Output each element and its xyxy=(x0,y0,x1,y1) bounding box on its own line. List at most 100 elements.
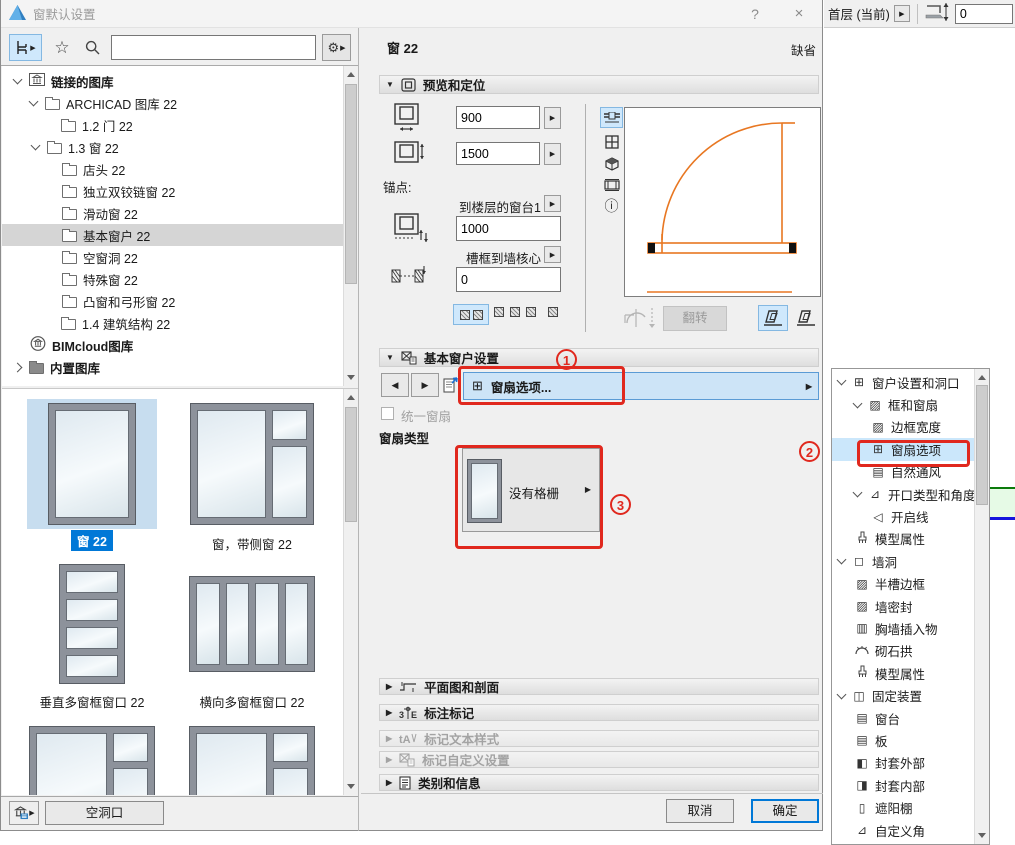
tree-item-empty-opening[interactable]: 空窗洞 22 xyxy=(2,246,358,268)
thumbnail-label[interactable]: 窗，带侧窗 22 xyxy=(177,533,327,554)
popup-item-board[interactable]: ▤板 xyxy=(832,729,976,751)
chevron-down-icon[interactable] xyxy=(837,555,847,565)
popup-item-opening-type-angle[interactable]: ⊿开口类型和角度 xyxy=(832,483,976,505)
popup-item-sill[interactable]: ▤窗台 xyxy=(832,707,976,729)
chevron-down-icon[interactable] xyxy=(29,97,39,107)
empty-opening-button[interactable]: 空洞口 xyxy=(45,801,164,825)
anchor-position-selected[interactable] xyxy=(453,304,489,325)
sill-offset-input[interactable] xyxy=(955,4,1013,24)
help-button[interactable]: ? xyxy=(746,6,764,22)
story-selector-label[interactable]: 首层 (当前) xyxy=(828,4,890,23)
scroll-down-icon[interactable] xyxy=(978,833,986,838)
view-mode-info-button[interactable]: ⓘ xyxy=(600,195,623,216)
width-input[interactable] xyxy=(456,106,540,129)
tree-item-basic-windows[interactable]: 基本窗户 22 xyxy=(2,224,358,246)
popup-item-wall-opening[interactable]: ◻墙洞 xyxy=(832,550,976,572)
thumbnail-label[interactable]: 横向多窗框窗口 22 xyxy=(177,691,327,712)
uniform-sash-checkbox[interactable] xyxy=(381,407,394,420)
popup-item-opening-line[interactable]: ◁开启线 xyxy=(832,505,976,527)
popup-item-sash-options[interactable]: ⊞窗扇选项 xyxy=(832,438,976,460)
popup-item-masonry-arch[interactable]: 砌石拱 xyxy=(832,640,976,662)
flip-button[interactable]: 翻转 xyxy=(663,306,727,331)
chevron-down-icon[interactable] xyxy=(853,488,863,498)
tree-item-windows[interactable]: 1.3 窗 22 xyxy=(2,136,358,158)
tree-item-embedded-library[interactable]: 内置图库 xyxy=(2,356,358,378)
anchor-option-icon[interactable] xyxy=(510,307,520,317)
anchor-option-icon[interactable] xyxy=(526,307,536,317)
scrollbar-thumb[interactable] xyxy=(976,385,988,505)
popup-item-casing-interior[interactable]: ◨封套内部 xyxy=(832,774,976,796)
popup-item-parapet-insert[interactable]: ▥胸墙插入物 xyxy=(832,617,976,639)
tree-item-special[interactable]: 特殊窗 22 xyxy=(2,268,358,290)
tree-item-bimcloud-library[interactable]: BIMcloud图库 xyxy=(2,334,358,356)
story-flyout-button[interactable]: ▶ xyxy=(894,5,910,22)
search-input[interactable] xyxy=(111,35,316,60)
thumbnail-label[interactable]: 窗 22 xyxy=(17,530,167,551)
next-button[interactable]: ▶ xyxy=(411,373,439,397)
thumbnail-horizontal-multipane[interactable] xyxy=(187,561,317,686)
height-input[interactable] xyxy=(456,142,540,165)
view-mode-elevation-button[interactable] xyxy=(600,131,623,152)
settings-button[interactable]: ⚙ ▶ xyxy=(322,34,351,61)
orientation-right-button[interactable] xyxy=(791,305,821,331)
tree-item-archicad-library[interactable]: ARCHICAD 图库 22 xyxy=(2,92,358,114)
thumbnail-label[interactable]: 垂直多窗框窗口 22 xyxy=(17,691,167,712)
tree-item-sliding[interactable]: 滑动窗 22 xyxy=(2,202,358,224)
library-source-button[interactable]: ▶ xyxy=(9,801,39,825)
popup-item-frame-width[interactable]: ▨边框宽度 xyxy=(832,416,976,438)
transfer-settings-button[interactable] xyxy=(441,373,461,397)
height-flyout-button[interactable]: ▶ xyxy=(544,143,561,165)
tree-item-bay-bow[interactable]: 凸窗和弓形窗 22 xyxy=(2,290,358,312)
thumbnails-scrollbar[interactable] xyxy=(343,389,358,795)
thumbnail-window[interactable] xyxy=(27,399,157,529)
popup-item-fixtures[interactable]: ◫固定装置 xyxy=(832,684,976,706)
tree-item-linked-libraries[interactable]: 链接的图库 xyxy=(2,70,358,92)
popup-item-frame-and-sash[interactable]: ▨框和窗扇 xyxy=(832,393,976,415)
chevron-down-icon[interactable] xyxy=(13,75,23,85)
sill-mode-selector[interactable]: 到楼层的窗台1 xyxy=(421,197,541,216)
scroll-down-icon[interactable] xyxy=(347,784,355,789)
reveal-mode-flyout-button[interactable]: ▶ xyxy=(544,246,561,263)
view-mode-section-button[interactable] xyxy=(600,174,623,195)
anchor-option-icon[interactable] xyxy=(460,310,470,320)
plan-preview[interactable] xyxy=(624,107,821,297)
object-type-button[interactable]: ▶ xyxy=(9,34,42,61)
ok-button[interactable]: 确定 xyxy=(751,799,819,823)
chevron-down-icon[interactable] xyxy=(837,689,847,699)
tree-item-shopfront[interactable]: 店头 22 xyxy=(2,158,358,180)
cancel-button[interactable]: 取消 xyxy=(666,799,734,823)
popup-item-window-settings[interactable]: ⊞窗户设置和洞口 xyxy=(832,371,976,393)
popup-item-half-reveal-frame[interactable]: ▨半槽边框 xyxy=(832,573,976,595)
scrollbar-thumb[interactable] xyxy=(345,84,357,284)
section-category-info[interactable]: ▶ 类别和信息 xyxy=(379,774,819,791)
chevron-down-icon[interactable] xyxy=(31,141,41,151)
scroll-up-icon[interactable] xyxy=(347,395,355,400)
view-mode-3d-button[interactable] xyxy=(600,153,623,174)
tree-scrollbar[interactable] xyxy=(343,66,358,386)
search-button[interactable] xyxy=(79,34,105,61)
thumbnail-vertical-multipane[interactable] xyxy=(27,561,157,686)
popup-item-model-attributes[interactable]: 模型属性 xyxy=(832,528,976,550)
scroll-up-icon[interactable] xyxy=(978,375,986,380)
popup-scrollbar[interactable] xyxy=(974,369,989,844)
sill-height-input[interactable] xyxy=(456,216,561,241)
width-flyout-button[interactable]: ▶ xyxy=(544,107,561,129)
anchor-option-icon[interactable] xyxy=(548,307,558,317)
view-mode-plan-button[interactable] xyxy=(600,107,623,128)
section-dimension-marker[interactable]: ▶ 3E 标注标记 xyxy=(379,704,819,721)
popup-item-custom-corner[interactable]: ⊿自定义角 xyxy=(832,819,976,841)
scroll-down-icon[interactable] xyxy=(347,375,355,380)
reveal-depth-input[interactable] xyxy=(456,267,561,292)
scroll-up-icon[interactable] xyxy=(347,72,355,77)
thumbnail-partial[interactable] xyxy=(187,726,317,795)
favorites-button[interactable]: ☆ xyxy=(49,34,75,61)
tree-item-casement[interactable]: 独立双铰链窗 22 xyxy=(2,180,358,202)
section-plan-and-section[interactable]: ▶ 平面图和剖面 xyxy=(379,678,819,695)
previous-button[interactable]: ◀ xyxy=(381,373,409,397)
sash-options-dropdown[interactable]: ⊞ 窗扇选项... ▶ xyxy=(463,372,819,400)
popup-item-casing-exterior[interactable]: ◧封套外部 xyxy=(832,752,976,774)
chevron-down-icon[interactable] xyxy=(853,398,863,408)
popup-item-model-attributes-2[interactable]: 模型属性 xyxy=(832,662,976,684)
close-button[interactable]: × xyxy=(790,5,808,22)
thumbnail-window-sidelight[interactable] xyxy=(187,399,317,529)
